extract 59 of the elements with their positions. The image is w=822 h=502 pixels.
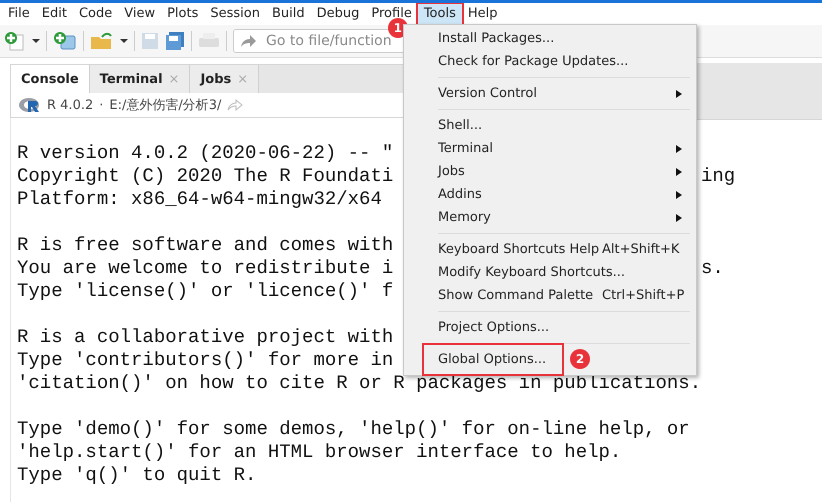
console-line: Type 'contributors()' for more in <box>17 349 394 372</box>
pane-tab[interactable]: Console <box>11 65 90 93</box>
menu-item[interactable]: Global Options... <box>404 348 560 371</box>
menu-bar-item[interactable]: Code <box>72 4 118 24</box>
menu-item[interactable]: Addins <box>404 183 696 206</box>
open-folder-icon[interactable] <box>90 31 114 51</box>
menu-item[interactable]: Shell... <box>404 114 496 137</box>
dropdown-caret-icon[interactable] <box>32 38 40 44</box>
menu-item[interactable]: Show Command Palette Ctrl+Shift+P <box>404 284 696 307</box>
submenu-arrow-icon <box>676 190 682 198</box>
console-line: 'citation()' on how to cite R or R packages in publications. <box>17 372 702 395</box>
callout-number: 2 <box>570 349 590 369</box>
menu-item[interactable]: Check for Package Updates... <box>404 50 642 73</box>
menu-bar-item[interactable]: Plots <box>161 4 204 24</box>
arrow-icon[interactable] <box>227 99 244 111</box>
new-file-icon[interactable] <box>4 31 26 51</box>
menu-bar-item[interactable]: Build <box>266 4 311 24</box>
submenu-arrow-icon <box>676 214 682 222</box>
menu-item[interactable]: Memory <box>404 206 696 229</box>
console-line: Type 'q()' to quit R. <box>17 464 256 487</box>
menu-item[interactable]: Project Options... <box>404 316 564 339</box>
console-line: You are welcome to redistribute i <box>17 257 394 279</box>
submenu-arrow-icon <box>676 168 682 176</box>
console-line: R version 4.0.2 (2020-06-22) -- " <box>17 142 394 165</box>
new-project-icon[interactable] <box>53 31 77 51</box>
menu-item[interactable]: Jobs <box>404 160 696 183</box>
menu-bar-item[interactable]: Tools <box>418 4 462 24</box>
console-line: R is a collaborative project with <box>17 326 394 349</box>
menu-bar-item[interactable]: View <box>118 4 162 24</box>
console-line: Platform: x86_64-w64-mingw32/x64 <box>17 188 382 211</box>
menu-bar-item[interactable]: File <box>2 4 36 24</box>
console-line: Type 'license()' or 'licence()' f <box>17 280 394 303</box>
menu-item[interactable]: Terminal <box>404 137 696 160</box>
submenu-arrow-icon <box>676 144 682 152</box>
menu-item[interactable]: Keyboard Shortcuts Help Alt+Shift+K <box>404 238 696 261</box>
console-line: Copyright (C) 2020 The R Foundati <box>17 165 394 187</box>
pane-tab[interactable]: Terminal × <box>90 65 190 93</box>
pane-tab[interactable]: Jobs × <box>190 65 260 93</box>
shortcut-text: Ctrl+Shift+P <box>602 288 682 303</box>
dropdown-caret-icon[interactable] <box>120 38 128 44</box>
menu-bar-item[interactable]: Edit <box>36 4 73 24</box>
console-line: Type 'demo()' for some demos, 'help()' for on-line help, or <box>17 418 690 441</box>
menu-bar-item[interactable]: Debug <box>310 4 366 24</box>
working-directory-path: E:/意外伤害/分析3/ <box>109 97 222 114</box>
shortcut-text: Alt+Shift+K <box>602 242 680 257</box>
menu-item[interactable]: Version Control <box>404 82 696 105</box>
separator-dot: · <box>99 98 104 112</box>
console-line: 'help.start()' for an HTML browser interface to help. <box>17 441 622 464</box>
console-line: R is free software and comes with <box>17 234 394 257</box>
r-logo-icon <box>19 97 41 113</box>
submenu-arrow-icon <box>676 90 682 98</box>
console-line: s. <box>701 257 724 280</box>
menu-item[interactable]: Modify Keyboard Shortcuts... <box>404 261 639 284</box>
arrow-icon <box>240 34 256 48</box>
r-version-text: R 4.0.2 <box>47 98 94 112</box>
save-all-icon[interactable] <box>165 31 185 51</box>
menu-bar-item[interactable]: Session <box>204 4 266 24</box>
console-line: ing <box>701 165 736 188</box>
menu-bar-item[interactable]: Help <box>462 4 504 24</box>
